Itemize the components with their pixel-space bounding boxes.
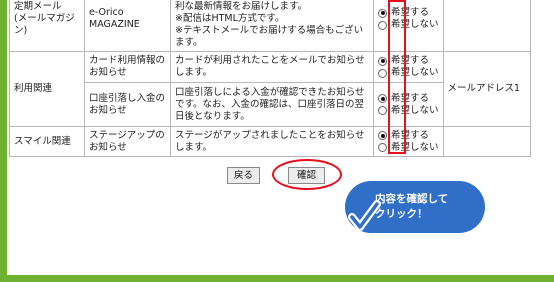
page-frame-bottom: [7, 275, 554, 282]
item-label: カード利用情報のお知らせ: [89, 55, 166, 78]
page-frame-left: [0, 0, 7, 282]
options-cell: 希望する 希望しない: [373, 0, 444, 52]
radio-no-wish[interactable]: [378, 143, 387, 152]
category-label: 定期メール (メールマガジン): [14, 1, 75, 36]
item-description: 口座引落しによる入金が確認できたお知らせです。なお、入金の確認は、口座引落日の翌…: [175, 86, 365, 122]
option-label: 希望しない: [391, 67, 439, 78]
radio-wish[interactable]: [378, 131, 387, 140]
item-cell: 口座引落し入金のお知らせ: [84, 82, 171, 127]
confirm-button[interactable]: 確認: [288, 167, 325, 184]
item-cell: ステージアップのお知らせ: [84, 126, 171, 157]
radio-wish[interactable]: [378, 8, 387, 18]
address-cell: メールアドレス1: [442, 51, 531, 127]
description-cell: 口座引落しによる入金が確認できたお知らせです。なお、入金の確認は、口座引落日の翌…: [170, 82, 374, 127]
back-button[interactable]: 戻る: [227, 167, 260, 184]
checkmark-icon: [348, 200, 381, 231]
item-label: ステージアップのお知らせ: [89, 129, 165, 153]
description-cell: 各種キャンペーンやサービスなど、お得で便利な最新情報をお届けします。 ※配信はH…: [170, 0, 374, 52]
table-row: 利用関連 カード利用情報のお知らせ カードが利用されたことをメールでお知らせしま…: [9, 51, 531, 127]
option-label: 希望する: [391, 92, 430, 104]
address-label: メールアドレス1: [447, 83, 521, 94]
option-wish[interactable]: 希望する: [378, 130, 439, 142]
item-description: カードが利用されたことをメールでお知らせします。: [175, 55, 365, 78]
address-cell: [442, 126, 531, 157]
item-cell: カード利用情報のお知らせ: [84, 51, 171, 83]
options-cell: 希望する 希望しない: [373, 82, 444, 127]
category-cell: 定期メール (メールマガジン): [9, 0, 85, 52]
description-cell: カードが利用されたことをメールでお知らせします。: [170, 51, 374, 83]
option-no-wish[interactable]: 希望しない: [378, 19, 439, 31]
option-no-wish[interactable]: 希望しない: [378, 142, 439, 154]
option-no-wish[interactable]: 希望しない: [378, 105, 439, 117]
address-cell: [442, 0, 531, 52]
radio-wish[interactable]: [378, 56, 387, 66]
radio-no-wish[interactable]: [378, 20, 387, 30]
options-cell: 希望する 希望しない: [373, 51, 444, 83]
item-description: 各種キャンペーンやサービスなど、お得で便利な最新情報をお届けします。 ※配信はH…: [175, 1, 364, 48]
category-cell: 利用関連: [9, 51, 85, 127]
mail-settings-table: 定期メール (メールマガジン) e-Orico MAGAZINE 各種キャンペー…: [9, 0, 531, 157]
option-no-wish[interactable]: 希望しない: [378, 67, 439, 79]
option-wish[interactable]: 希望する: [378, 7, 439, 19]
option-label: 希望する: [391, 7, 430, 18]
table-row: スマイル関連 ステージアップのお知らせ ステージがアップされましたことをお知らせ…: [9, 126, 531, 157]
option-label: 希望しない: [391, 141, 439, 153]
category-cell: スマイル関連: [9, 126, 85, 157]
radio-no-wish[interactable]: [378, 106, 387, 115]
item-cell: e-Orico MAGAZINE: [84, 0, 171, 52]
category-label: スマイル関連: [14, 135, 71, 147]
item-label: 口座引落し入金のお知らせ: [89, 92, 166, 116]
option-label: 希望しない: [391, 104, 439, 116]
option-label: 希望する: [391, 129, 430, 141]
item-label: e-Orico MAGAZINE: [89, 7, 140, 30]
options-cell: 希望する 希望しない: [373, 126, 444, 157]
item-description: ステージがアップされましたことをお知らせします。: [175, 129, 365, 153]
radio-wish[interactable]: [378, 94, 387, 103]
description-cell: ステージがアップされましたことをお知らせします。: [170, 126, 374, 157]
category-label: 利用関連: [14, 83, 53, 94]
radio-no-wish[interactable]: [378, 68, 387, 78]
option-label: 希望する: [391, 55, 430, 66]
option-wish[interactable]: 希望する: [378, 55, 439, 67]
option-wish[interactable]: 希望する: [378, 93, 439, 105]
option-label: 希望しない: [391, 19, 439, 30]
table-row: 定期メール (メールマガジン) e-Orico MAGAZINE 各種キャンペー…: [9, 0, 531, 52]
callout-text: 内容を確認して クリック！: [375, 193, 449, 220]
